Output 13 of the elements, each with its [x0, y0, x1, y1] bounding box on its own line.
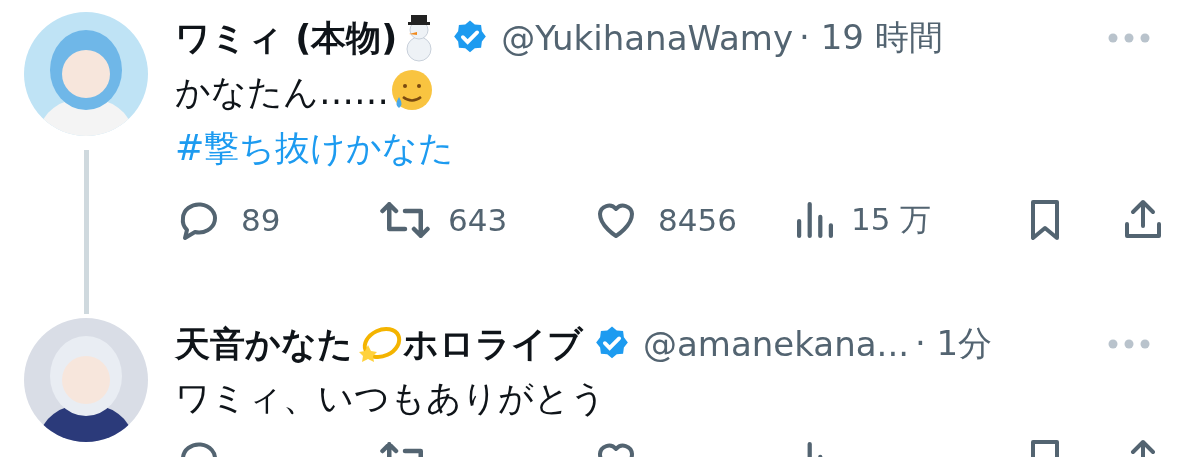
views-button[interactable]: 15 万 — [797, 199, 1021, 241]
repost-button[interactable]: 643 — [380, 202, 592, 238]
user-handle[interactable]: @YukihanaWamy — [501, 18, 794, 58]
author-name[interactable]: ワミィ (本物) — [175, 14, 398, 62]
post-time[interactable]: · 1分 — [915, 321, 993, 367]
author-name-suffix[interactable]: ホロライブ — [403, 320, 583, 368]
user-handle[interactable]: @amanekana... — [643, 324, 909, 364]
like-button[interactable]: 8456 — [592, 196, 797, 244]
post-text: ワミィ、いつもありがとう — [175, 376, 606, 420]
author-name[interactable]: 天音かなた — [175, 320, 353, 368]
post-time[interactable]: · 19 時間 — [799, 15, 943, 61]
reply-button[interactable]: 89 — [175, 196, 380, 244]
post-text: かなたん…… — [175, 70, 389, 114]
